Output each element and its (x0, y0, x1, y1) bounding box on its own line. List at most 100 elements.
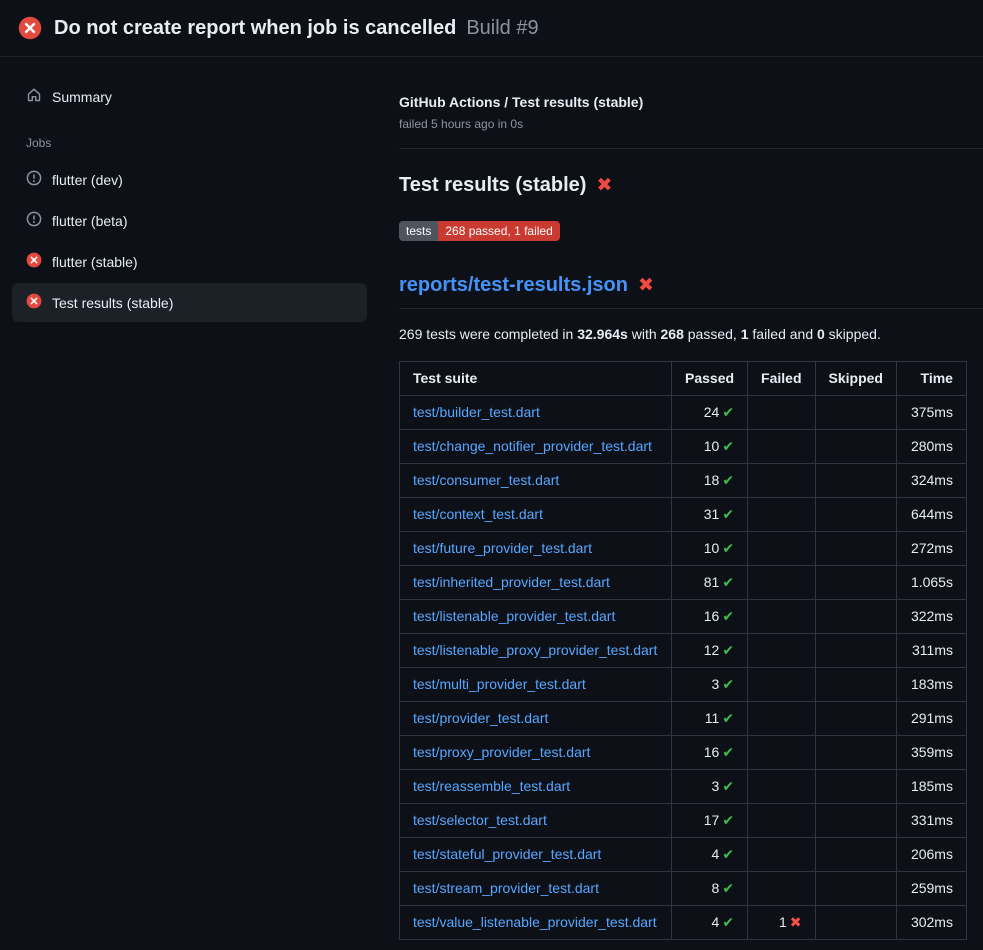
time-value: 302ms (896, 906, 966, 940)
cross-icon: ✖ (790, 914, 802, 930)
failed-status-circle-icon (26, 293, 42, 312)
check-icon: ✔ (722, 540, 734, 556)
check-icon: ✔ (722, 642, 734, 658)
passed-count: 12 (704, 642, 720, 658)
table-row: test/stream_provider_test.dart 8✔ 259ms (400, 872, 967, 906)
summary-skipped-count: 0 (817, 326, 825, 342)
table-row: test/builder_test.dart 24✔ 375ms (400, 396, 967, 430)
test-suite-link[interactable]: test/stream_provider_test.dart (413, 880, 599, 896)
test-suite-link[interactable]: test/value_listenable_provider_test.dart (413, 914, 657, 930)
check-icon: ✔ (722, 914, 734, 930)
test-suite-link[interactable]: test/proxy_provider_test.dart (413, 744, 590, 760)
check-icon: ✔ (722, 778, 734, 794)
test-suite-link[interactable]: test/listenable_provider_test.dart (413, 608, 615, 624)
check-icon: ✔ (722, 404, 734, 420)
sidebar-item-label: flutter (stable) (52, 254, 138, 270)
column-header-failed: Failed (748, 362, 815, 396)
test-suite-link[interactable]: test/stateful_provider_test.dart (413, 846, 601, 862)
passed-count: 10 (704, 540, 720, 556)
time-value: 206ms (896, 838, 966, 872)
report-file-link[interactable]: reports/test-results.json (399, 274, 628, 297)
time-value: 291ms (896, 702, 966, 736)
summary-failed-count: 1 (741, 326, 749, 342)
time-value: 1.065s (896, 566, 966, 600)
time-value: 644ms (896, 498, 966, 532)
passed-count: 16 (704, 608, 720, 624)
column-header-passed: Passed (672, 362, 748, 396)
test-results-table: Test suite Passed Failed Skipped Time te… (399, 361, 967, 940)
table-row: test/listenable_provider_test.dart 16✔ 322… (400, 600, 967, 634)
passed-count: 4 (712, 914, 720, 930)
check-icon: ✔ (722, 880, 734, 896)
time-value: 311ms (896, 634, 966, 668)
table-row: test/future_provider_test.dart10✔272ms (400, 532, 967, 566)
time-value: 375ms (896, 396, 966, 430)
jobs-section-heading: Jobs (12, 136, 367, 150)
test-suite-link[interactable]: test/listenable_proxy_provider_test.dart (413, 642, 657, 658)
time-value: 331ms (896, 804, 966, 838)
sidebar-job-flutter-dev[interactable]: flutter (dev) (12, 160, 367, 199)
test-suite-link[interactable]: test/builder_test.dart (413, 404, 540, 420)
time-value: 324ms (896, 464, 966, 498)
test-suite-link[interactable]: test/provider_test.dart (413, 710, 548, 726)
test-suite-link[interactable]: test/inherited_provider_test.dart (413, 574, 610, 590)
passed-count: 17 (704, 812, 720, 828)
results-table-body: test/builder_test.dart24✔375mstest/chang… (400, 396, 967, 940)
check-icon: ✔ (722, 710, 734, 726)
test-suite-link[interactable]: test/multi_provider_test.dart (413, 676, 586, 692)
badge-label: tests (399, 221, 438, 241)
table-row: test/selector_test.dart 17✔ 331ms (400, 804, 967, 838)
table-row: test/inherited_provider_test.dart81✔1.06… (400, 566, 967, 600)
passed-count: 24 (704, 404, 720, 420)
passed-count: 18 (704, 472, 720, 488)
passed-count: 81 (704, 574, 720, 590)
sidebar-item-summary[interactable]: Summary (12, 79, 367, 114)
column-header-test-suite: Test suite (400, 362, 672, 396)
failed-status-circle-icon (18, 16, 42, 40)
time-value: 359ms (896, 736, 966, 770)
time-value: 322ms (896, 600, 966, 634)
sidebar-job-flutter-stable[interactable]: flutter (stable) (12, 242, 367, 281)
check-run-output: GitHub Actions / Test results (stable) f… (383, 57, 983, 950)
passed-count: 16 (704, 744, 720, 760)
check-icon: ✔ (722, 812, 734, 828)
sidebar-job-test-results-stable[interactable]: Test results (stable) (12, 283, 367, 322)
passed-count: 11 (705, 710, 720, 726)
breadcrumb: GitHub Actions / Test results (stable) (399, 94, 983, 110)
passed-count: 8 (712, 880, 720, 896)
test-suite-link[interactable]: test/consumer_test.dart (413, 472, 559, 488)
badge-value: 268 passed, 1 failed (438, 221, 559, 241)
failed-count: 1 (779, 914, 787, 930)
summary-duration: 32.964s (577, 326, 628, 342)
test-suite-link[interactable]: test/change_notifier_provider_test.dart (413, 438, 652, 454)
results-summary: 269 tests were completed in 32.964s with… (399, 326, 983, 342)
table-row: test/multi_provider_test.dart3✔183ms (400, 668, 967, 702)
sidebar-job-flutter-beta[interactable]: flutter (beta) (12, 201, 367, 240)
failed-x-icon: ✖ (596, 176, 612, 195)
section-title-text: Test results (stable) (399, 174, 586, 197)
check-icon: ✔ (722, 506, 734, 522)
summary-passed-count: 268 (661, 326, 684, 342)
time-value: 259ms (896, 872, 966, 906)
section-title: Test results (stable) ✖ (399, 174, 983, 197)
sidebar-item-label: Summary (52, 89, 112, 105)
time-value: 183ms (896, 668, 966, 702)
test-suite-link[interactable]: test/context_test.dart (413, 506, 543, 522)
table-row: test/context_test.dart31✔644ms (400, 498, 967, 532)
sidebar: Summary Jobs flutter (dev) flut (0, 57, 383, 950)
page-title: Do not create report when job is cancell… (54, 17, 456, 40)
time-value: 280ms (896, 430, 966, 464)
test-suite-link[interactable]: test/selector_test.dart (413, 812, 547, 828)
column-header-time: Time (896, 362, 966, 396)
test-suite-link[interactable]: test/reassemble_test.dart (413, 778, 570, 794)
test-suite-link[interactable]: test/future_provider_test.dart (413, 540, 592, 556)
table-row: test/consumer_test.dart18✔324ms (400, 464, 967, 498)
check-icon: ✔ (722, 744, 734, 760)
table-row: test/change_notifier_provider_test.dart1… (400, 430, 967, 464)
table-row: test/reassemble_test.dart3✔185ms (400, 770, 967, 804)
home-icon (26, 87, 42, 106)
summary-text: 269 tests were completed in (399, 326, 577, 342)
check-icon: ✔ (722, 676, 734, 692)
check-run-header: Do not create report when job is cancell… (0, 0, 983, 57)
check-icon: ✔ (722, 608, 734, 624)
